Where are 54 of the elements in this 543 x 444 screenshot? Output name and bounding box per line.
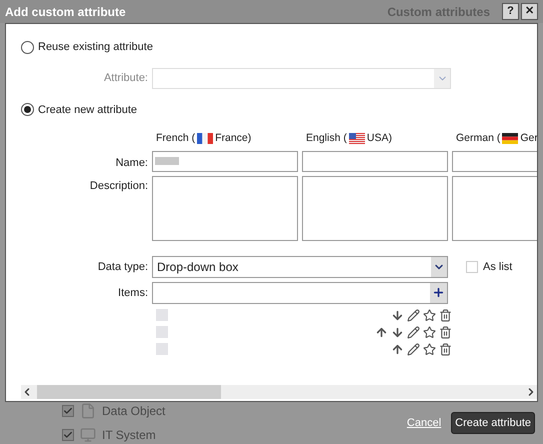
option-label: Create new attribute (38, 102, 138, 118)
arrow-down-icon[interactable] (391, 326, 404, 339)
description-textarea[interactable] (152, 176, 298, 241)
edit-icon[interactable] (407, 326, 420, 339)
flag-icon (348, 133, 365, 144)
flag-icon (197, 133, 214, 144)
horizontal-scrollbar[interactable] (21, 385, 537, 399)
arrow-down-icon[interactable] (391, 308, 404, 322)
language-name: English ( (306, 131, 347, 146)
star-icon[interactable] (423, 308, 436, 322)
arrow-up-icon[interactable] (391, 342, 404, 356)
plus-icon (432, 286, 445, 300)
items-input[interactable] (152, 282, 448, 304)
scrollbar-thumb[interactable] (37, 385, 221, 399)
option-label: Reuse existing attribute (38, 40, 153, 55)
close-button[interactable]: ✕ (521, 3, 538, 20)
checkbox[interactable] (466, 260, 478, 273)
delete-icon[interactable] (439, 326, 452, 339)
field-label: Data type: (96, 260, 149, 274)
name-input[interactable] (302, 150, 448, 172)
language-region: USA) (366, 131, 392, 146)
language-name: German ( (456, 131, 500, 146)
add-button[interactable] (430, 282, 447, 303)
description-textarea[interactable] (302, 176, 448, 241)
redacted-item (156, 309, 168, 322)
language-name: French ( (156, 131, 196, 146)
star-icon[interactable] (423, 342, 436, 356)
star-icon[interactable] (423, 326, 436, 339)
checkbox-label: As list (483, 260, 512, 274)
document-icon (80, 403, 96, 419)
background-item-label: Data Object (102, 403, 166, 420)
edit-icon[interactable] (407, 342, 420, 356)
computer-icon (80, 427, 96, 443)
radio-button[interactable] (21, 103, 34, 116)
language-region: France) (215, 131, 252, 146)
dialog-title: Add custom attribute (5, 4, 126, 20)
arrow-up-icon[interactable] (375, 326, 388, 339)
name-input[interactable] (152, 150, 298, 172)
delete-icon[interactable] (439, 308, 452, 322)
create-attribute-button[interactable]: Create attribute (451, 412, 535, 434)
field-label: Items: (117, 286, 149, 300)
redacted-item (156, 326, 168, 338)
radio-button[interactable] (21, 40, 34, 54)
redacted-value (155, 157, 179, 166)
field-label: Name: (114, 156, 149, 171)
field-label: Attribute: (102, 70, 149, 86)
flag-icon (502, 133, 518, 144)
redacted-item (156, 343, 168, 356)
data-type-select[interactable]: Drop-down box (152, 256, 448, 278)
help-button[interactable]: ? (502, 3, 519, 20)
delete-icon[interactable] (439, 342, 452, 356)
field-label: Description: (88, 178, 149, 194)
edit-icon[interactable] (407, 308, 420, 322)
background-item-label: IT System (102, 427, 156, 444)
